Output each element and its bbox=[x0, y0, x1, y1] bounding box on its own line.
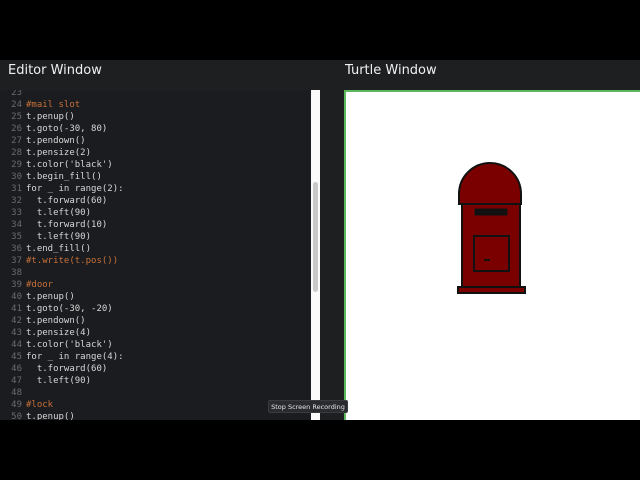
code-text: t.left(90) bbox=[26, 208, 92, 218]
code-text: t.pensize(2) bbox=[26, 148, 92, 158]
line-number: 48 bbox=[11, 388, 22, 398]
line-number: 32 bbox=[11, 196, 22, 206]
code-line[interactable]: 38 bbox=[0, 267, 310, 279]
line-number: 47 bbox=[11, 376, 22, 386]
code-line[interactable]: 35 t.left(90) bbox=[0, 231, 310, 243]
postbox-lock bbox=[484, 259, 490, 261]
postbox-door bbox=[473, 235, 510, 272]
code-line[interactable]: 32 t.forward(60) bbox=[0, 195, 310, 207]
line-number: 49 bbox=[11, 400, 22, 410]
line-number: 30 bbox=[11, 172, 22, 182]
line-number: 29 bbox=[11, 160, 22, 170]
line-number: 43 bbox=[11, 328, 22, 338]
code-line[interactable]: 43 t.pensize(4) bbox=[0, 327, 310, 339]
line-number: 45 bbox=[11, 352, 22, 362]
line-number: 41 bbox=[11, 304, 22, 314]
code-text: t.penup() bbox=[26, 412, 75, 420]
code-text: for _ in range(4): bbox=[26, 352, 124, 362]
postbox-dome bbox=[458, 162, 522, 205]
line-number: 38 bbox=[11, 268, 22, 278]
code-line[interactable]: 42 t.pendown() bbox=[0, 315, 310, 327]
code-line[interactable]: 23 bbox=[0, 90, 310, 99]
code-line[interactable]: 27 t.pendown() bbox=[0, 135, 310, 147]
code-line[interactable]: 41 t.goto(-30, -20) bbox=[0, 303, 310, 315]
line-number: 44 bbox=[11, 340, 22, 350]
code-text: t.begin_fill() bbox=[26, 172, 102, 182]
line-number: 36 bbox=[11, 244, 22, 254]
code-line[interactable]: 30 t.begin_fill() bbox=[0, 171, 310, 183]
line-number: 23 bbox=[11, 90, 22, 98]
code-line[interactable]: 39 #door bbox=[0, 279, 310, 291]
code-line[interactable]: 49 #lock bbox=[0, 399, 310, 411]
line-number: 35 bbox=[11, 232, 22, 242]
line-number: 42 bbox=[11, 316, 22, 326]
app-window: Editor Window Turtle Window 23 24 #mail sl… bbox=[0, 60, 640, 420]
code-text: t.pendown() bbox=[26, 136, 86, 146]
line-number: 25 bbox=[11, 112, 22, 122]
line-number: 34 bbox=[11, 220, 22, 230]
line-number: 39 bbox=[11, 280, 22, 290]
code-line[interactable]: 37 #t.write(t.pos()) bbox=[0, 255, 310, 267]
line-number: 33 bbox=[11, 208, 22, 218]
line-number: 27 bbox=[11, 136, 22, 146]
code-line[interactable]: 33 t.left(90) bbox=[0, 207, 310, 219]
code-text: for _ in range(2): bbox=[26, 184, 124, 194]
code-line[interactable]: 50 t.penup() bbox=[0, 411, 310, 420]
line-number: 40 bbox=[11, 292, 22, 302]
code-text: t.forward(10) bbox=[26, 220, 108, 230]
code-text: t.color('black') bbox=[26, 340, 113, 350]
code-text: #door bbox=[26, 280, 54, 290]
code-line[interactable]: 25 t.penup() bbox=[0, 111, 310, 123]
code-lines: 23 24 #mail slot 25 t.penup() 26 t.goto(-30, 8… bbox=[0, 90, 310, 420]
code-text: #mail slot bbox=[26, 100, 81, 110]
editor-scroll-thumb[interactable] bbox=[313, 182, 318, 292]
turtle-canvas-panel bbox=[344, 90, 640, 420]
code-line[interactable]: 46 t.forward(60) bbox=[0, 363, 310, 375]
line-number: 24 bbox=[11, 100, 22, 110]
code-line[interactable]: 44 t.color('black') bbox=[0, 339, 310, 351]
code-line[interactable]: 31 for _ in range(2): bbox=[0, 183, 310, 195]
line-number: 37 bbox=[11, 256, 22, 266]
code-line[interactable]: 28 t.pensize(2) bbox=[0, 147, 310, 159]
pane-divider[interactable] bbox=[320, 90, 344, 420]
code-text: t.pensize(4) bbox=[26, 328, 92, 338]
line-number: 31 bbox=[11, 184, 22, 194]
code-line[interactable]: 34 t.forward(10) bbox=[0, 219, 310, 231]
code-line[interactable]: 40 t.penup() bbox=[0, 291, 310, 303]
turtle-canvas bbox=[457, 162, 526, 294]
line-number: 28 bbox=[11, 148, 22, 158]
code-text: t.end_fill() bbox=[26, 244, 92, 254]
code-line[interactable]: 26 t.goto(-30, 80) bbox=[0, 123, 310, 135]
code-text: t.pendown() bbox=[26, 316, 86, 326]
line-number: 46 bbox=[11, 364, 22, 374]
code-line[interactable]: 48 bbox=[0, 387, 310, 399]
code-text: t.left(90) bbox=[26, 232, 92, 242]
turtle-window-title: Turtle Window bbox=[345, 63, 437, 78]
postbox-base bbox=[457, 286, 526, 294]
code-line[interactable]: 36 t.end_fill() bbox=[0, 243, 310, 255]
code-editor[interactable]: 23 24 #mail slot 25 t.penup() 26 t.goto(-30, 8… bbox=[0, 90, 320, 420]
line-number: 50 bbox=[11, 412, 22, 420]
code-text: t.forward(60) bbox=[26, 364, 108, 374]
postbox-mail-slot bbox=[474, 208, 508, 216]
code-text: t.color('black') bbox=[26, 160, 113, 170]
code-text: t.penup() bbox=[26, 112, 75, 122]
code-line[interactable]: 29 t.color('black') bbox=[0, 159, 310, 171]
line-number: 26 bbox=[11, 124, 22, 134]
code-text: t.goto(-30, -20) bbox=[26, 304, 113, 314]
code-text: #t.write(t.pos()) bbox=[26, 256, 119, 266]
code-line[interactable]: 24 #mail slot bbox=[0, 99, 310, 111]
editor-scrollbar[interactable] bbox=[311, 90, 320, 420]
code-text: #lock bbox=[26, 400, 54, 410]
code-text: t.penup() bbox=[26, 292, 75, 302]
editor-window-title: Editor Window bbox=[8, 63, 102, 78]
stop-screen-recording-button[interactable]: Stop Screen Recording bbox=[268, 400, 348, 413]
code-line[interactable]: 47 t.left(90) bbox=[0, 375, 310, 387]
code-text: t.left(90) bbox=[26, 376, 92, 386]
code-text: t.goto(-30, 80) bbox=[26, 124, 108, 134]
code-line[interactable]: 45 for _ in range(4): bbox=[0, 351, 310, 363]
code-text: t.forward(60) bbox=[26, 196, 108, 206]
